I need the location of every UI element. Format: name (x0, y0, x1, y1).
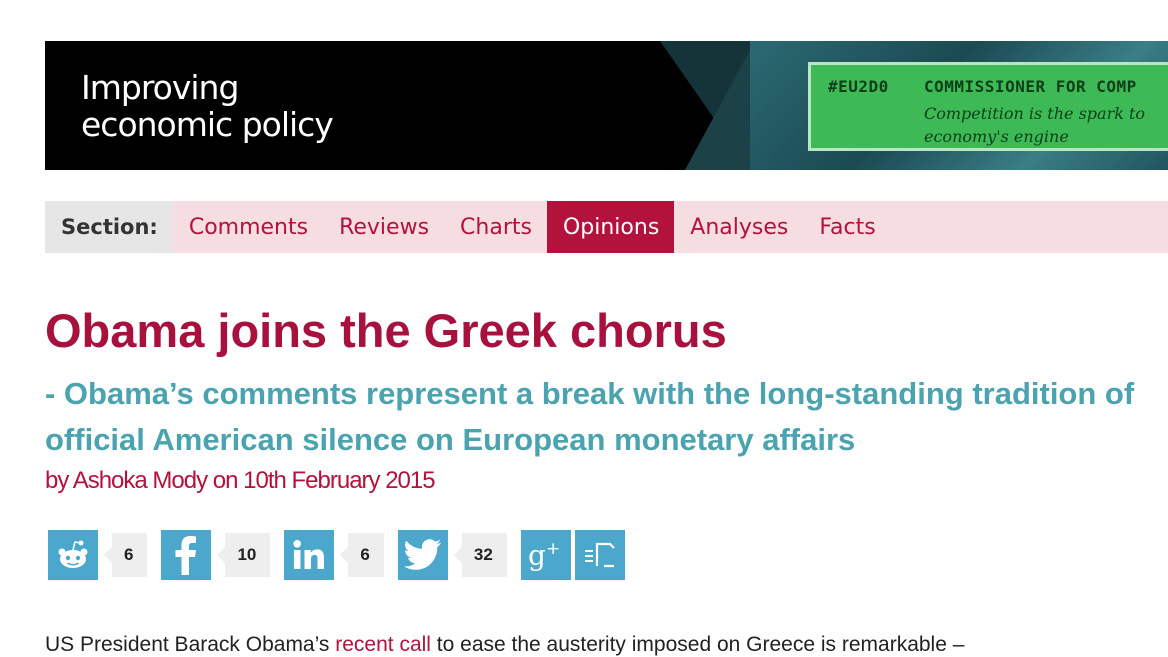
promo-subline-1: Competition is the spark to (924, 104, 1146, 123)
share-bar: 6 10 6 32 g + (48, 530, 625, 580)
article-byline: by Ashoka Mody on 10th February 2015 (45, 467, 436, 494)
article-body-paragraph: US President Barack Obama’s recent call … (45, 633, 964, 657)
promo-subline-2: economy's engine (924, 127, 1069, 146)
section-item-opinions[interactable]: Opinions (546, 201, 675, 253)
linkedin-icon (293, 540, 325, 569)
article-subtitle: - Obama’s comments represent a break wit… (45, 376, 1135, 457)
body-text-after: to ease the austerity imposed on Greece … (430, 633, 965, 656)
promo-subtext: Competition is the spark to economy's en… (924, 102, 1168, 148)
facebook-icon (175, 536, 197, 575)
google-plus-share-button[interactable]: g + (520, 530, 571, 580)
reddit-share-count: 6 (103, 533, 148, 577)
section-item-analyses[interactable]: Analyses (674, 201, 803, 253)
section-item-reviews[interactable]: Reviews (323, 201, 444, 253)
facebook-share-button[interactable] (161, 530, 212, 580)
section-nav: Section: Comments Reviews Charts Opinion… (45, 201, 1168, 253)
promo-heading: COMMISSIONER FOR COMP (924, 77, 1137, 96)
svg-text:g: g (528, 539, 546, 572)
site-banner[interactable]: Improving economic policy #EU2D0 COMMISS… (45, 41, 1168, 170)
site-title-line1: Improving (81, 68, 239, 107)
promo-box[interactable]: #EU2D0 COMMISSIONER FOR COMP Competition… (808, 62, 1168, 151)
banner-decor (685, 41, 755, 170)
reddit-share-button[interactable] (48, 530, 98, 580)
section-item-facts[interactable]: Facts (803, 201, 890, 253)
section-item-comments[interactable]: Comments (173, 201, 323, 253)
facebook-share-count: 10 (217, 533, 271, 577)
twitter-share-button[interactable] (397, 530, 448, 580)
linkedin-share-button[interactable] (284, 530, 335, 580)
linkedin-share-count: 6 (340, 533, 384, 577)
twitter-icon (403, 539, 441, 570)
site-title[interactable]: Improving economic policy (81, 68, 334, 144)
site-title-line2: economic policy (81, 105, 334, 144)
twitter-share-count: 32 (453, 533, 507, 577)
section-item-charts[interactable]: Charts (444, 201, 547, 253)
google-plus-icon: g + (528, 539, 560, 572)
buffer-icon (584, 542, 615, 568)
reddit-icon (58, 540, 88, 568)
svg-text:+: + (546, 539, 560, 559)
top-cut-text (270, 0, 1150, 4)
body-text-before: US President Barack Obama’s (45, 633, 336, 656)
section-label: Section: (45, 201, 173, 253)
recent-call-link[interactable]: recent call (335, 633, 431, 656)
buffer-share-button[interactable] (574, 530, 625, 580)
promo-tag: #EU2D0 (828, 77, 889, 96)
article-title: Obama joins the Greek chorus (45, 304, 727, 357)
